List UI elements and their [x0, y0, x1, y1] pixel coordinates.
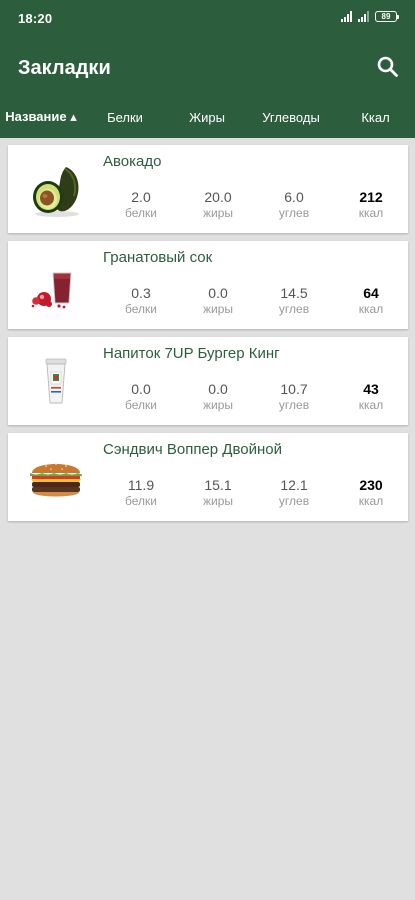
fat-label: жиры	[202, 398, 234, 412]
search-icon	[377, 56, 398, 77]
protein-label: белки	[125, 494, 157, 508]
burger-image	[30, 463, 82, 497]
protein-value: 11.9	[127, 477, 155, 493]
carbs-stat: 10.7 углев	[264, 381, 324, 413]
tab-name[interactable]: Название ▴	[0, 96, 82, 138]
fat-value: 20.0	[204, 189, 232, 205]
fat-value: 0.0	[208, 381, 228, 397]
tab-carbs[interactable]: Углеводы	[246, 96, 336, 138]
item-name: Гранатовый сок	[103, 249, 213, 266]
fat-stat: 0.0 жиры	[188, 285, 248, 317]
fat-stat: 0.0 жиры	[188, 381, 248, 413]
carbs-value: 14.5	[280, 285, 308, 301]
search-button[interactable]	[375, 54, 401, 80]
list-item[interactable]: Гранатовый сок 0.3 белки 0.0 жиры 14.5 угле…	[8, 241, 408, 329]
avocado-image	[33, 167, 79, 217]
app-bar: Закладки	[0, 40, 415, 96]
tab-fat[interactable]: Жиры	[168, 96, 246, 138]
protein-stat: 0.0 белки	[111, 381, 171, 413]
kcal-stat: 212 ккал	[341, 189, 401, 221]
protein-value: 0.0	[131, 381, 151, 397]
pomegranate-juice-image	[31, 272, 72, 309]
battery-icon: 89	[375, 11, 399, 22]
kcal-stat: 43 ккал	[341, 381, 401, 413]
protein-label: белки	[125, 302, 157, 316]
signal-icon-secondary	[358, 11, 369, 22]
carbs-label: углев	[278, 398, 310, 412]
battery-level: 89	[381, 11, 391, 21]
sort-tabs: Название ▴ Белки Жиры Углеводы Ккал	[0, 96, 415, 138]
kcal-value: 212	[359, 189, 383, 205]
fat-value: 0.0	[208, 285, 228, 301]
carbs-value: 6.0	[284, 189, 304, 205]
fat-value: 15.1	[204, 477, 232, 493]
carbs-label: углев	[278, 494, 310, 508]
item-name: Сэндвич Воппер Двойной	[103, 441, 282, 458]
carbs-stat: 6.0 углев	[264, 189, 324, 221]
fat-label: жиры	[202, 302, 234, 316]
kcal-stat: 64 ккал	[341, 285, 401, 317]
kcal-stat: 230 ккал	[341, 477, 401, 509]
carbs-label: углев	[278, 206, 310, 220]
carbs-label: углев	[278, 302, 310, 316]
kcal-label: ккал	[358, 398, 384, 412]
item-name: Напиток 7UP Бургер Кинг	[103, 345, 280, 362]
kcal-value: 43	[363, 381, 379, 397]
kcal-value: 64	[363, 285, 379, 301]
signal-icon	[341, 11, 352, 22]
tab-kcal[interactable]: Ккал	[336, 96, 415, 138]
page-title: Закладки	[18, 57, 111, 79]
list-item[interactable]: Напиток 7UP Бургер Кинг 0.0 белки 0.0 жиры…	[8, 337, 408, 425]
carbs-value: 12.1	[280, 477, 308, 493]
status-bar: 18:20 89	[0, 0, 415, 40]
protein-stat: 0.3 белки	[111, 285, 171, 317]
kcal-value: 230	[359, 477, 383, 493]
protein-value: 0.3	[131, 285, 151, 301]
carbs-value: 10.7	[280, 381, 308, 397]
kcal-label: ккал	[358, 302, 384, 316]
kcal-label: ккал	[358, 206, 384, 220]
protein-label: белки	[125, 398, 157, 412]
bookmarks-list: Авокадо 2.0 белки 20.0 жиры 6.0 углев 212 кк…	[8, 145, 408, 529]
item-name: Авокадо	[103, 153, 162, 170]
status-icons: 89	[341, 11, 399, 22]
fat-label: жиры	[202, 206, 234, 220]
protein-label: белки	[125, 206, 157, 220]
protein-stat: 2.0 белки	[111, 189, 171, 221]
fat-stat: 15.1 жиры	[188, 477, 248, 509]
list-item[interactable]: Авокадо 2.0 белки 20.0 жиры 6.0 углев 212 кк…	[8, 145, 408, 233]
tab-protein[interactable]: Белки	[82, 96, 168, 138]
status-time: 18:20	[18, 11, 53, 26]
fat-label: жиры	[202, 494, 234, 508]
soda-cup-image	[45, 358, 67, 404]
list-item[interactable]: Сэндвич Воппер Двойной 11.9 белки 15.1 жир…	[8, 433, 408, 521]
protein-stat: 11.9 белки	[111, 477, 171, 509]
fat-stat: 20.0 жиры	[188, 189, 248, 221]
protein-value: 2.0	[131, 189, 151, 205]
carbs-stat: 12.1 углев	[264, 477, 324, 509]
kcal-label: ккал	[358, 494, 384, 508]
carbs-stat: 14.5 углев	[264, 285, 324, 317]
